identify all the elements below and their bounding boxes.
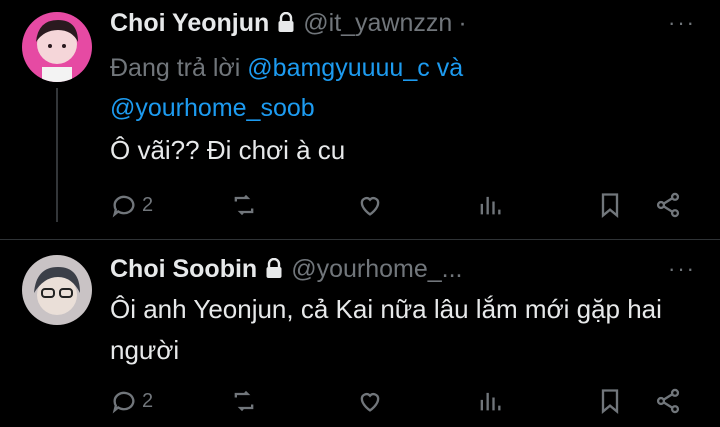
reply-icon [112, 391, 135, 414]
bookmark-icon [601, 389, 619, 414]
tweet-2-header: Choi Soobin @yourhome_... [110, 252, 463, 286]
display-name[interactable]: Choi Soobin [110, 255, 257, 284]
reply-count: 2 [142, 389, 154, 412]
thread-line [56, 88, 58, 222]
views-button[interactable] [476, 384, 504, 418]
more-icon[interactable]: ··· [668, 256, 696, 282]
retweet-icon [234, 390, 254, 412]
mention-link[interactable]: @bamgyuuuu_c [247, 54, 429, 82]
reply-count: 2 [142, 193, 154, 216]
retweet-button[interactable] [230, 188, 258, 222]
replying-to-label: Đang trả lời [110, 54, 241, 82]
separator-dot: · [458, 8, 467, 37]
user-handle[interactable]: @yourhome_... [291, 255, 462, 284]
more-icon[interactable]: ··· [668, 10, 696, 36]
reply-button[interactable]: 2 [110, 188, 153, 222]
lock-icon [265, 257, 283, 280]
views-icon [480, 196, 501, 215]
action-bar: 2 [110, 188, 690, 222]
tweet-1-header: Choi Yeonjun @it_yawnzzn · [110, 6, 467, 40]
bookmark-button[interactable] [596, 384, 624, 418]
action-bar: 2 [110, 384, 690, 418]
share-icon [656, 192, 680, 218]
avatar[interactable] [22, 12, 92, 82]
like-button[interactable] [356, 188, 384, 222]
like-button[interactable] [356, 384, 384, 418]
reply-icon [112, 195, 135, 218]
retweet-icon [234, 194, 254, 216]
lock-icon [277, 11, 295, 34]
display-name[interactable]: Choi Yeonjun [110, 9, 269, 38]
tweet-text: Ôi anh Yeonjun, cả Kai nữa lâu lắm mới g… [110, 294, 662, 365]
mention-conjunction: và [436, 54, 464, 82]
bookmark-button[interactable] [596, 188, 624, 222]
views-button[interactable] [476, 188, 504, 222]
tweet-text: Ô vãi?? Đi chơi à cu [110, 135, 346, 165]
reply-button[interactable]: 2 [110, 384, 153, 418]
bookmark-icon [601, 193, 619, 218]
like-icon [360, 393, 380, 412]
share-button[interactable] [654, 188, 682, 222]
like-icon [360, 197, 380, 216]
replying-to: Đang trả lời @bamgyuuuu_c và @yourhome_s… [110, 48, 670, 128]
retweet-button[interactable] [230, 384, 258, 418]
share-button[interactable] [654, 384, 682, 418]
mention-link[interactable]: @yourhome_soob [110, 94, 315, 122]
views-icon [480, 392, 501, 411]
avatar[interactable] [22, 255, 92, 325]
share-icon [656, 388, 680, 414]
user-handle[interactable]: @it_yawnzzn [303, 9, 452, 38]
